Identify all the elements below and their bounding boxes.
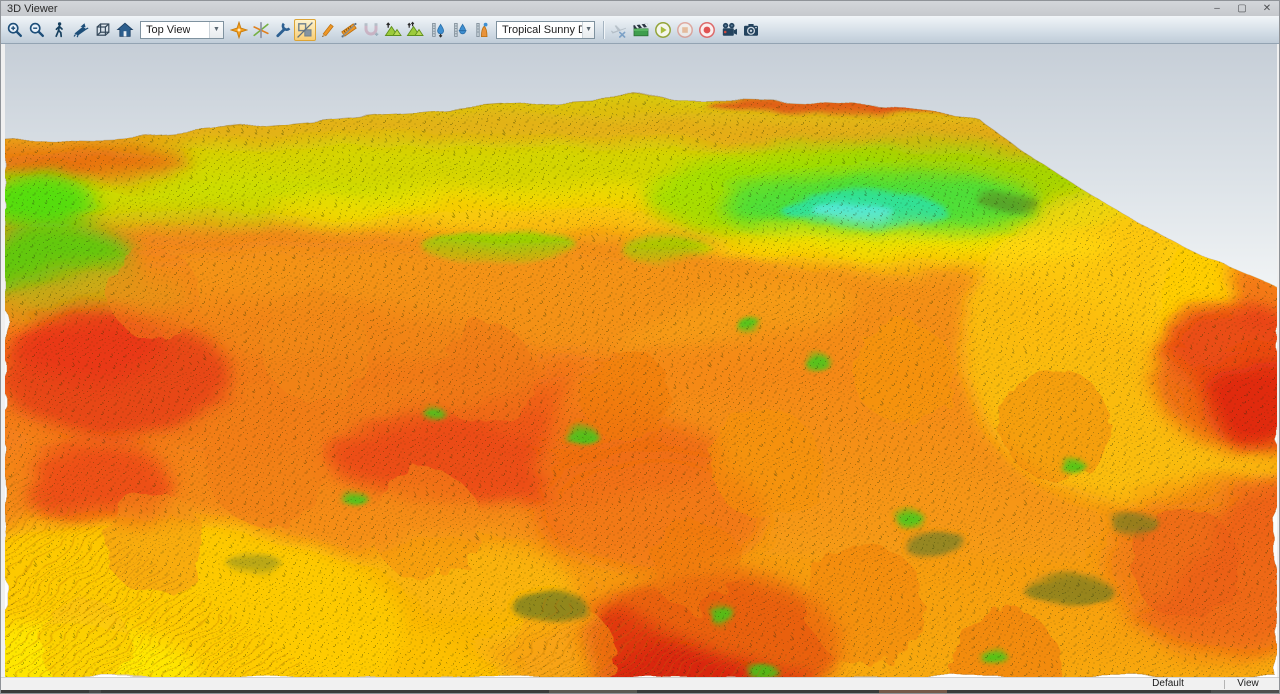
fly-mode-icon bbox=[72, 21, 90, 39]
terrain-raise-double-icon bbox=[406, 21, 424, 39]
video-camera-icon bbox=[720, 21, 738, 39]
zoom-out-icon bbox=[28, 21, 46, 39]
axes-button[interactable] bbox=[250, 19, 272, 41]
window-controls: – ▢ ✕ bbox=[1211, 3, 1273, 15]
chevron-down-icon[interactable]: ▼ bbox=[582, 22, 594, 38]
water-level-icon bbox=[450, 21, 468, 39]
toolbar-separator bbox=[603, 21, 604, 39]
photo-camera-icon bbox=[742, 21, 760, 39]
clapperboard-icon bbox=[632, 21, 650, 39]
zoom-in-icon bbox=[6, 21, 24, 39]
measure-ruler-icon bbox=[340, 21, 358, 39]
window-titlebar[interactable]: 3D Viewer – ▢ ✕ bbox=[1, 1, 1279, 16]
maximize-button[interactable]: ▢ bbox=[1236, 3, 1248, 15]
chevron-down-icon[interactable]: ▼ bbox=[209, 22, 223, 38]
measure-ruler-button[interactable] bbox=[338, 19, 360, 41]
terrain-raise-double-button[interactable] bbox=[404, 19, 426, 41]
walk-mode-icon bbox=[50, 21, 68, 39]
walk-mode-button[interactable] bbox=[48, 19, 70, 41]
play-button[interactable] bbox=[652, 19, 674, 41]
pause-button[interactable] bbox=[674, 19, 696, 41]
draw-pencil-icon bbox=[318, 21, 336, 39]
video-camera-button[interactable] bbox=[718, 19, 740, 41]
flight-path-icon bbox=[610, 21, 628, 39]
toolbar-group-media bbox=[608, 19, 762, 41]
cross-section-icon bbox=[296, 21, 314, 39]
record-button[interactable] bbox=[696, 19, 718, 41]
terrain-raise-icon bbox=[384, 21, 402, 39]
zoom-out-button[interactable] bbox=[26, 19, 48, 41]
settings-wrench-button[interactable] bbox=[272, 19, 294, 41]
water-gauge-button[interactable] bbox=[426, 19, 448, 41]
toolbar-group-tools bbox=[228, 19, 492, 41]
terrain-raise-button[interactable] bbox=[382, 19, 404, 41]
settings-wrench-icon bbox=[274, 21, 292, 39]
close-button[interactable]: ✕ bbox=[1261, 3, 1273, 15]
magnet-add-icon bbox=[362, 21, 380, 39]
view-preset-value: Top View bbox=[141, 24, 190, 36]
sky-preset-value: Tropical Sunny Day bbox=[497, 24, 582, 36]
orthographic-cube-icon bbox=[94, 21, 112, 39]
axes-icon bbox=[252, 21, 270, 39]
pivot-star-icon bbox=[230, 21, 248, 39]
statusbar-view[interactable]: View bbox=[1225, 678, 1271, 690]
minimize-button[interactable]: – bbox=[1211, 3, 1223, 15]
tree-profile-icon bbox=[472, 21, 490, 39]
viewport-frame bbox=[1, 44, 1279, 677]
magnet-add-button[interactable] bbox=[360, 19, 382, 41]
viewport-3d-scene[interactable] bbox=[5, 44, 1277, 677]
toolbar-group-navigation bbox=[4, 19, 136, 41]
orthographic-cube-button[interactable] bbox=[92, 19, 114, 41]
draw-pencil-button[interactable] bbox=[316, 19, 338, 41]
flight-path-button[interactable] bbox=[608, 19, 630, 41]
view-preset-select[interactable]: Top View ▼ bbox=[140, 21, 224, 39]
window-title: 3D Viewer bbox=[7, 2, 58, 16]
water-level-button[interactable] bbox=[448, 19, 470, 41]
sky-preset-select[interactable]: Tropical Sunny Day ▼ bbox=[496, 21, 595, 39]
pivot-star-button[interactable] bbox=[228, 19, 250, 41]
tree-profile-button[interactable] bbox=[470, 19, 492, 41]
statusbar-default[interactable]: Default bbox=[1112, 678, 1224, 690]
cross-section-button[interactable] bbox=[294, 19, 316, 41]
water-gauge-icon bbox=[428, 21, 446, 39]
zoom-in-button[interactable] bbox=[4, 19, 26, 41]
taskbar-strip bbox=[1, 690, 1279, 694]
toolbar: Top View ▼ Tropical Sunny Day ▼ bbox=[1, 16, 1279, 44]
home-view-icon bbox=[116, 21, 134, 39]
record-icon bbox=[698, 21, 716, 39]
3d-viewer-window: 3D Viewer – ▢ ✕ Top View ▼ Tropical Sunny … bbox=[0, 0, 1280, 694]
clapperboard-button[interactable] bbox=[630, 19, 652, 41]
home-view-button[interactable] bbox=[114, 19, 136, 41]
statusbar: Default View bbox=[1, 677, 1279, 690]
play-icon bbox=[654, 21, 672, 39]
pause-icon bbox=[676, 21, 694, 39]
fly-mode-button[interactable] bbox=[70, 19, 92, 41]
photo-camera-button[interactable] bbox=[740, 19, 762, 41]
